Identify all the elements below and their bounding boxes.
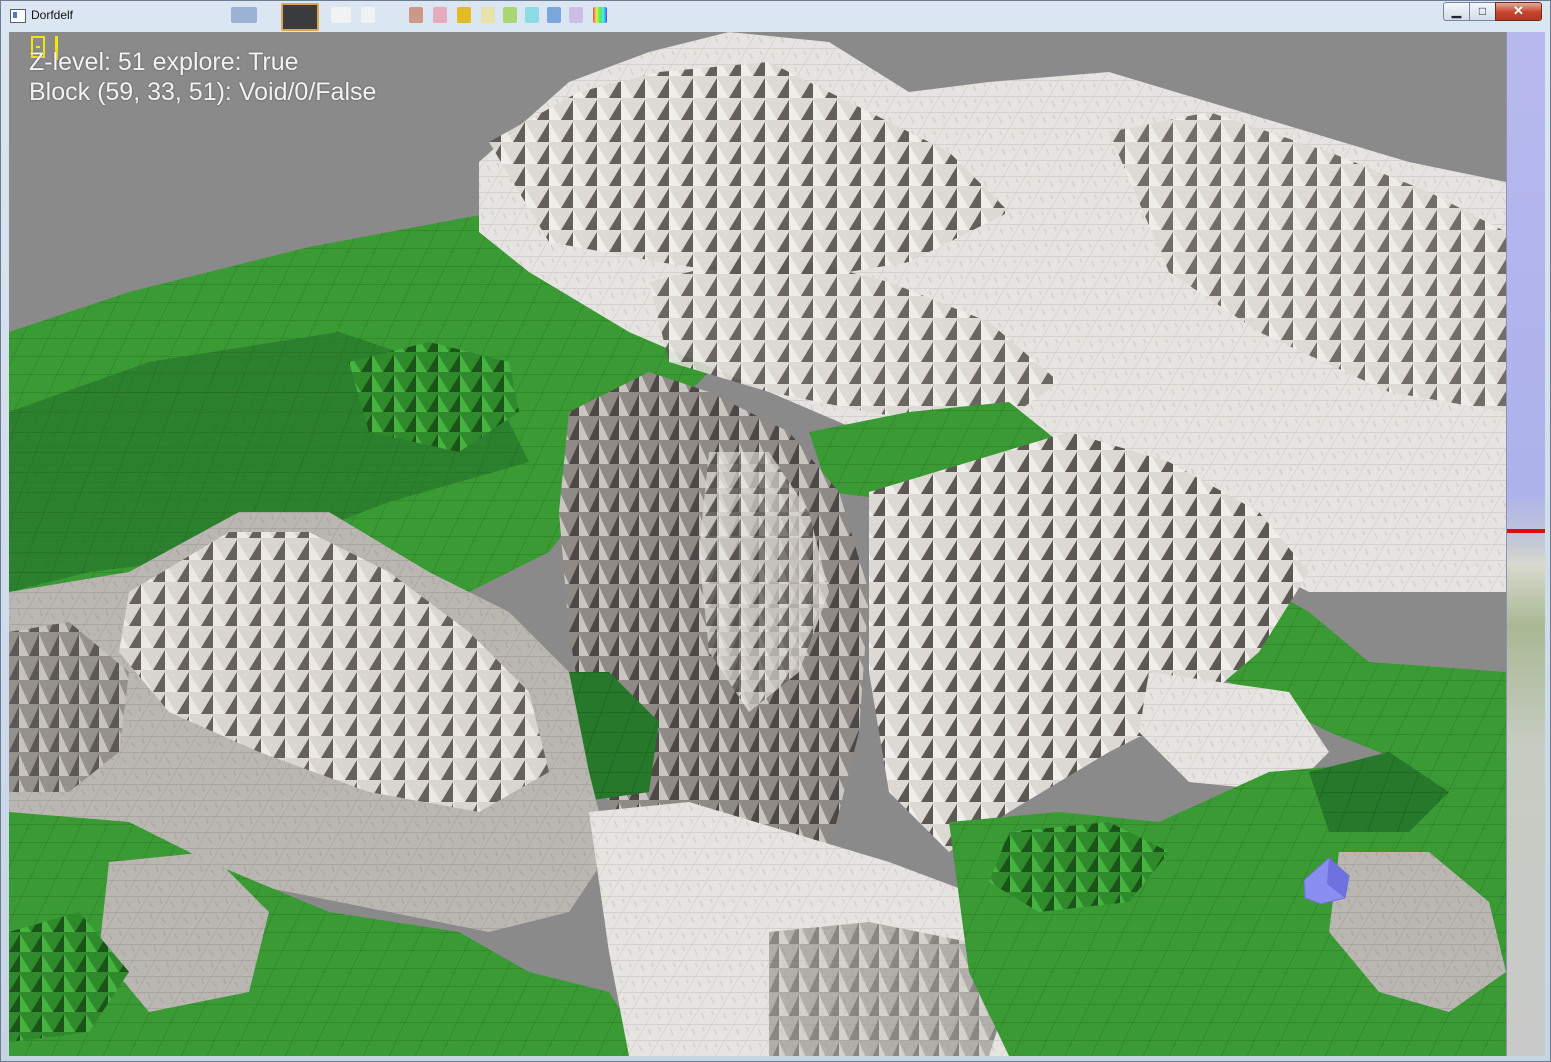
maximize-icon: □ bbox=[1478, 4, 1487, 18]
z-level-slider[interactable] bbox=[1506, 32, 1545, 1056]
ghost-swatch bbox=[231, 7, 257, 23]
close-icon: ✕ bbox=[1513, 3, 1524, 18]
ghost-swatch bbox=[331, 7, 351, 23]
ghost-swatch bbox=[525, 7, 539, 23]
ghost-swatch bbox=[433, 7, 447, 23]
ghost-swatch bbox=[281, 3, 319, 31]
window-title: Dorfdelf bbox=[31, 8, 74, 22]
minimize-button[interactable]: ▁ bbox=[1443, 2, 1470, 21]
terrain-render bbox=[9, 32, 1506, 1056]
window-app-icon[interactable] bbox=[10, 9, 26, 23]
zlevel-readout: Z-level: 51 explore: True bbox=[29, 48, 299, 76]
ghost-swatch bbox=[361, 7, 375, 23]
ghost-swatch bbox=[547, 7, 561, 23]
3d-viewport[interactable]: Z-level: 51 explore: True Block (59, 33,… bbox=[9, 32, 1506, 1056]
z-level-marker[interactable] bbox=[1507, 528, 1545, 533]
ghost-swatch bbox=[569, 7, 583, 23]
ghost-swatch bbox=[481, 7, 495, 23]
close-button[interactable]: ✕ bbox=[1495, 2, 1542, 21]
ghost-swatch bbox=[457, 7, 471, 23]
ghost-swatch bbox=[593, 7, 607, 23]
titlebar-color-ghost bbox=[231, 3, 611, 31]
ghost-swatch bbox=[409, 7, 423, 23]
block-readout: Block (59, 33, 51): Void/0/False bbox=[29, 78, 377, 106]
minimize-icon: ▁ bbox=[1451, 4, 1462, 18]
app-window: Dorfdelf ▁ □ ✕ Z-level: 51 explore: True… bbox=[0, 0, 1551, 1062]
hud-overlay: Z-level: 51 explore: True Block (59, 33,… bbox=[29, 47, 376, 107]
maximize-button[interactable]: □ bbox=[1469, 2, 1496, 21]
ghost-swatch bbox=[503, 7, 517, 23]
title-bar[interactable]: Dorfdelf ▁ □ ✕ bbox=[1, 1, 1550, 31]
